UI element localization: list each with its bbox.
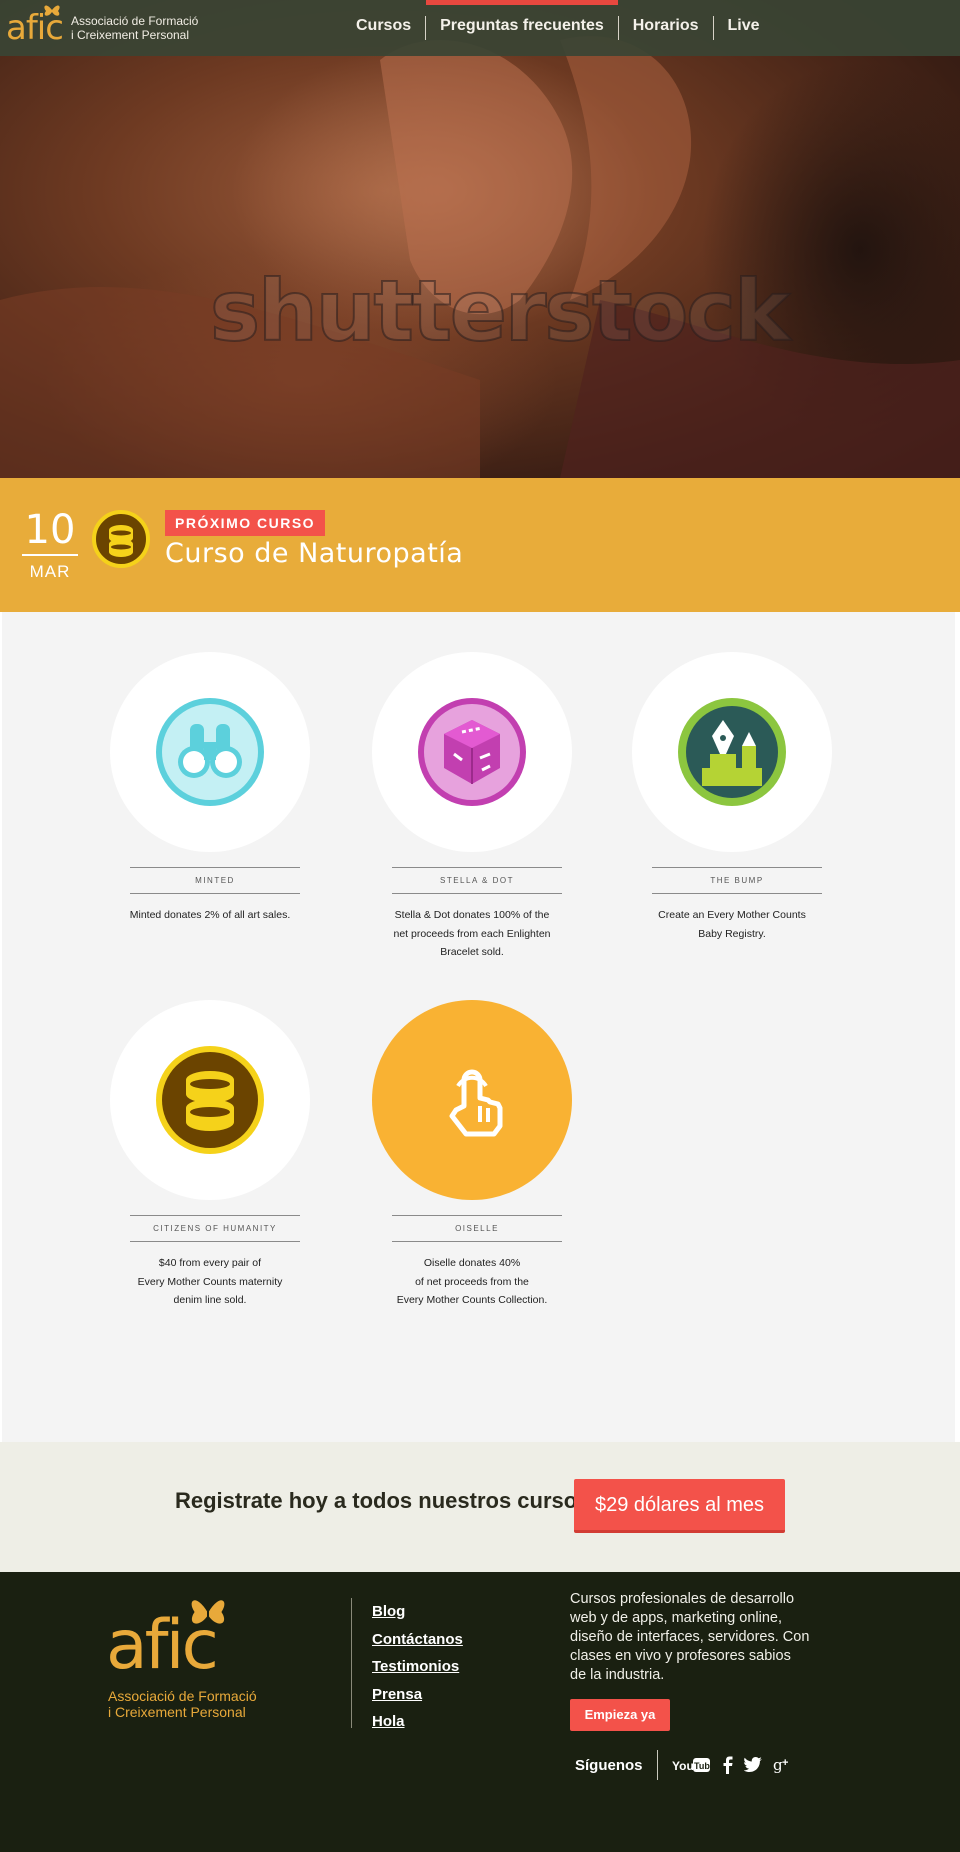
description-line: denim line sold.	[173, 1294, 247, 1306]
feature-name: CITIZENS OF HUMANITY	[130, 1215, 300, 1242]
signup-cta: Registrate hoy a todos nuestros cursos $…	[0, 1442, 960, 1572]
description-line: $40 from every pair of	[158, 1257, 262, 1269]
coins-icon	[156, 1046, 264, 1154]
nav-link-cursos[interactable]: Cursos	[342, 0, 425, 56]
footer-divider	[351, 1598, 352, 1728]
features-section: MINTED Minted donates 2% of all art sale…	[2, 612, 955, 1442]
description-line: Every Mother Counts maternity	[137, 1275, 283, 1288]
hero-image: shutterstock	[0, 0, 960, 478]
footer-link-prensa[interactable]: Prensa	[372, 1681, 463, 1709]
feature-name: MINTED	[130, 867, 300, 894]
google-plus-icon[interactable]: g +	[773, 1756, 791, 1774]
logo-line-2: i Creixement Personal	[70, 28, 190, 42]
footer-logo[interactable]: afic Associació de Formació i Creixement…	[106, 1592, 257, 1722]
description-line: Baby Registry.	[698, 927, 766, 940]
feature-description: Create an Every Mother Counts Baby Regis…	[622, 906, 842, 943]
logo[interactable]: afic Associació de Formació i Creixement…	[6, 4, 198, 52]
feature-description: $40 from every pair of Every Mother Coun…	[100, 1254, 320, 1310]
footer: afic Associació de Formació i Creixement…	[0, 1572, 960, 1852]
hand-pointer-icon	[418, 1046, 526, 1154]
course-date: 10 MAR	[22, 508, 78, 582]
description-line: of net proceeds from the	[415, 1275, 529, 1288]
footer-link-blog[interactable]: Blog	[372, 1598, 463, 1626]
feature-description: Oiselle donates 40% of net proceeds from…	[362, 1254, 582, 1310]
course-day: 10	[22, 508, 78, 556]
logo-line-1: Associació de Formació	[70, 14, 199, 28]
description-line: net proceeds from each Enlighten	[393, 927, 551, 940]
footer-about: Cursos profesionales de desarrollo web y…	[570, 1591, 810, 1683]
nav-link-live[interactable]: Live	[714, 0, 774, 56]
cta-text: Registrate hoy a todos nuestros cursos	[175, 1488, 590, 1513]
svg-text:You: You	[672, 1759, 694, 1773]
footer-logo-subtitle: Associació de Formació i Creixement Pers…	[108, 1688, 257, 1720]
pricing-button[interactable]: $29 dólares al mes	[574, 1479, 785, 1533]
binoculars-icon	[156, 698, 264, 806]
social-label: Síguenos	[575, 1756, 643, 1774]
logo-subtitle: Associació de Formació i Creixement Pers…	[71, 14, 198, 42]
cube-icon	[418, 698, 526, 806]
description-line: Stella & Dot donates 100% of the	[394, 909, 550, 921]
feature-name: STELLA & DOT	[392, 867, 562, 894]
description-line: Bracelet sold.	[440, 946, 504, 958]
course-month: MAR	[29, 562, 71, 581]
butterfly-icon	[190, 1599, 226, 1625]
footer-link-hola[interactable]: Hola	[372, 1708, 463, 1736]
watermark: shutterstock	[209, 261, 791, 361]
twitter-icon[interactable]	[743, 1757, 762, 1773]
social-divider	[656, 1750, 658, 1780]
logo-line-1: Associació de Formació	[108, 1688, 257, 1704]
facebook-icon[interactable]	[721, 1756, 733, 1774]
butterfly-icon	[44, 5, 60, 16]
next-course-band[interactable]: 10 MAR PRÓXIMO CURSO Curso de Naturopatí…	[0, 478, 960, 612]
social-links: Síguenos You Tube g +	[575, 1750, 802, 1780]
youtube-icon[interactable]: You Tube	[672, 1756, 710, 1774]
next-course-badge: PRÓXIMO CURSO	[165, 510, 326, 536]
footer-link-testimonios[interactable]: Testimonios	[372, 1653, 463, 1681]
svg-text:+: +	[782, 1757, 788, 1769]
hero-photo-shapes	[0, 36, 960, 478]
top-navbar: afic Associació de Formació i Creixement…	[0, 0, 960, 56]
coins-icon	[92, 510, 150, 568]
footer-links: Blog Contáctanos Testimonios Prensa Hola	[372, 1598, 463, 1736]
description-line: Create an Every Mother Counts	[658, 909, 806, 921]
nav-link-horarios[interactable]: Horarios	[619, 0, 713, 56]
nav-links: Cursos Preguntas frecuentes Horarios Liv…	[342, 0, 774, 56]
description-line: Oiselle donates 40%	[423, 1257, 521, 1269]
description-line: Every Mother Counts Collection.	[396, 1294, 548, 1306]
description-line: Minted donates 2% of all art sales.	[129, 909, 291, 921]
start-now-button[interactable]: Empieza ya	[570, 1699, 670, 1731]
feature-name: THE BUMP	[652, 867, 822, 894]
footer-link-contactanos[interactable]: Contáctanos	[372, 1626, 463, 1654]
course-title[interactable]: Curso de Naturopatía	[165, 538, 463, 569]
pen-pencil-icon	[678, 698, 786, 806]
feature-name: OISELLE	[392, 1215, 562, 1242]
feature-description: Stella & Dot donates 100% of the net pro…	[362, 906, 582, 962]
nav-link-preguntas-frecuentes[interactable]: Preguntas frecuentes	[426, 0, 618, 56]
svg-text:Tube: Tube	[694, 1761, 710, 1771]
logo-line-2: i Creixement Personal	[108, 1704, 246, 1720]
feature-description: Minted donates 2% of all art sales.	[100, 906, 320, 925]
